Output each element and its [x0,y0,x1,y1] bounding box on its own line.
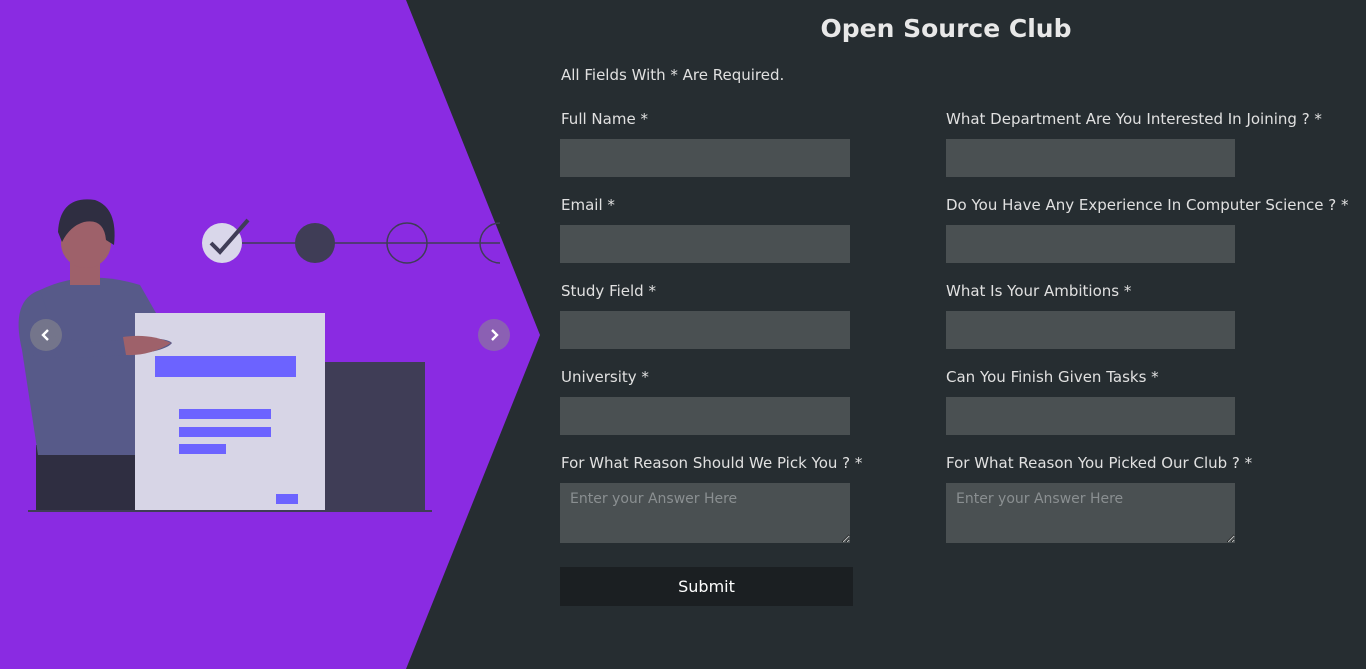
club-reason-label: For What Reason You Picked Our Club ? * [946,454,1253,472]
illustration-panel [0,0,560,669]
carousel-prev-button[interactable] [30,319,62,351]
pick-reason-textarea[interactable] [560,483,850,543]
document-line [179,444,226,454]
university-label: University * [561,368,649,386]
ambitions-label: What Is Your Ambitions * [946,282,1132,300]
email-input[interactable] [560,225,850,263]
email-label: Email * [561,196,615,214]
submit-button[interactable]: Submit [560,567,853,606]
full-name-input[interactable] [560,139,850,177]
onboarding-illustration [0,0,540,669]
study-field-label: Study Field * [561,282,656,300]
full-name-label: Full Name * [561,110,648,128]
chevron-left-icon [41,329,49,341]
progress-step-completed [202,223,242,263]
document-line [179,409,271,419]
department-label: What Department Are You Interested In Jo… [946,110,1322,128]
study-field-input[interactable] [560,311,850,349]
department-input[interactable] [946,139,1235,177]
experience-label: Do You Have Any Experience In Computer S… [946,196,1349,214]
tasks-label: Can You Finish Given Tasks * [946,368,1159,386]
document-heading-bar [155,356,296,377]
form-title: Open Source Club [820,14,1072,43]
ambitions-input[interactable] [946,311,1235,349]
university-input[interactable] [560,397,850,435]
club-reason-textarea[interactable] [946,483,1235,543]
pick-reason-label: For What Reason Should We Pick You ? * [561,454,863,472]
chevron-right-icon [491,329,499,341]
progress-step-current [295,223,335,263]
document-button [276,494,298,504]
experience-input[interactable] [946,225,1235,263]
document-line [179,427,271,437]
tasks-input[interactable] [946,397,1235,435]
required-note: All Fields With * Are Required. [561,66,785,84]
carousel-next-button[interactable] [478,319,510,351]
